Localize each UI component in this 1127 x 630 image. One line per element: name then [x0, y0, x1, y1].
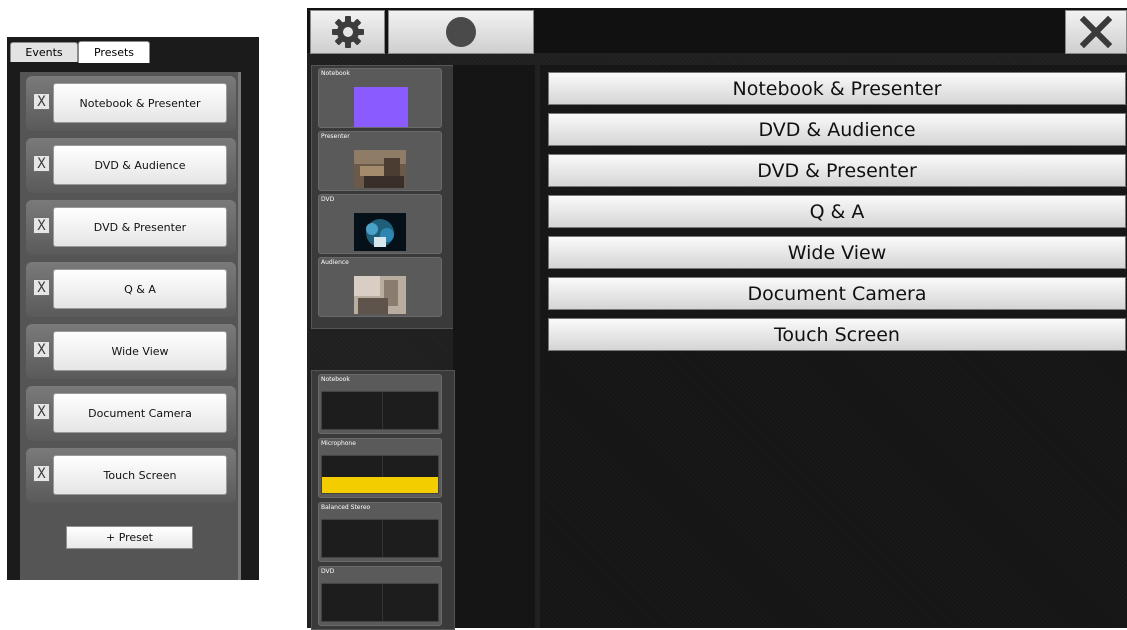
video-source-dvd[interactable]: DVD	[318, 194, 442, 254]
source-label: DVD	[321, 196, 335, 203]
preset-list-item: X Document Camera	[26, 386, 236, 441]
preset-dvd-presenter[interactable]: DVD & Presenter	[548, 154, 1126, 187]
record-circle-icon	[446, 17, 476, 47]
add-preset-button[interactable]: + Preset	[66, 526, 193, 549]
remove-preset-icon[interactable]: X	[33, 403, 50, 420]
preset-list-item: X Notebook & Presenter	[26, 76, 236, 131]
source-thumbnail	[354, 276, 406, 314]
source-thumbnail	[354, 213, 406, 251]
remove-preset-icon[interactable]: X	[33, 155, 50, 172]
preset-button-dvd-presenter[interactable]: DVD & Presenter	[53, 207, 227, 247]
source-label: Balanced Stereo	[321, 504, 371, 511]
close-x-icon	[1080, 16, 1112, 48]
audio-source-microphone[interactable]: Microphone	[318, 438, 442, 498]
preset-button-dvd-audience[interactable]: DVD & Audience	[53, 145, 227, 185]
settings-button[interactable]	[310, 10, 385, 54]
video-source-presenter[interactable]: Presenter	[318, 131, 442, 191]
remove-preset-icon[interactable]: X	[33, 93, 50, 110]
preset-button-document-camera[interactable]: Document Camera	[53, 393, 227, 433]
remove-preset-icon[interactable]: X	[33, 465, 50, 482]
preset-button-wide-view[interactable]: Wide View	[53, 331, 227, 371]
audio-level-meter	[321, 391, 439, 430]
preset-button-notebook-presenter[interactable]: Notebook & Presenter	[53, 83, 227, 123]
audio-source-dvd[interactable]: DVD	[318, 566, 442, 626]
audio-level-meter	[321, 519, 439, 558]
remove-preset-icon[interactable]: X	[33, 217, 50, 234]
source-label: Audience	[321, 259, 349, 266]
remove-preset-icon[interactable]: X	[33, 279, 50, 296]
preset-list-item: X Touch Screen	[26, 448, 236, 503]
video-source-audience[interactable]: Audience	[318, 257, 442, 317]
audio-level-meter	[321, 583, 439, 622]
tab-presets[interactable]: Presets	[78, 41, 150, 63]
preset-list-item: X DVD & Audience	[26, 138, 236, 193]
preset-dvd-audience[interactable]: DVD & Audience	[548, 113, 1126, 146]
audio-source-notebook[interactable]: Notebook	[318, 374, 442, 434]
preset-document-camera[interactable]: Document Camera	[548, 277, 1126, 310]
source-gap	[453, 65, 535, 628]
remove-preset-icon[interactable]: X	[33, 341, 50, 358]
video-source-notebook[interactable]: Notebook	[318, 68, 442, 128]
source-label: Notebook	[321, 70, 350, 77]
preset-q-a[interactable]: Q & A	[548, 195, 1126, 228]
record-button[interactable]	[388, 10, 534, 54]
tab-events[interactable]: Events	[10, 42, 78, 62]
audio-source-balanced-stereo[interactable]: Balanced Stereo	[318, 502, 442, 562]
preset-wide-view[interactable]: Wide View	[548, 236, 1126, 269]
source-thumbnail	[354, 87, 408, 127]
source-label: Microphone	[321, 440, 356, 447]
preset-list-item: X Wide View	[26, 324, 236, 379]
audio-level-meter	[321, 455, 439, 494]
preset-list-item: X DVD & Presenter	[26, 200, 236, 255]
source-label: DVD	[321, 568, 335, 575]
preset-button-q-a[interactable]: Q & A	[53, 269, 227, 309]
preset-touch-screen[interactable]: Touch Screen	[548, 318, 1126, 351]
source-thumbnail	[354, 150, 406, 188]
close-button[interactable]	[1065, 10, 1127, 54]
preset-list-item: X Q & A	[26, 262, 236, 317]
source-label: Presenter	[321, 133, 350, 140]
preset-list-scrollbar[interactable]	[238, 72, 241, 580]
source-label: Notebook	[321, 376, 350, 383]
preset-button-touch-screen[interactable]: Touch Screen	[53, 455, 227, 495]
gear-icon	[331, 16, 364, 48]
preset-notebook-presenter[interactable]: Notebook & Presenter	[548, 72, 1126, 105]
